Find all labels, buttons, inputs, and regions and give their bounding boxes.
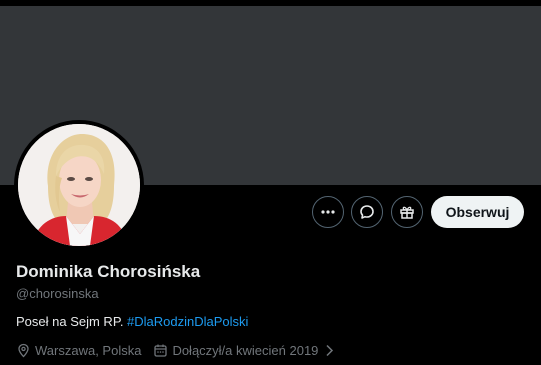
joined-text: Dołączył/a kwiecień 2019	[172, 343, 319, 358]
chevron-right-icon[interactable]	[322, 343, 337, 358]
calendar-icon	[154, 344, 168, 357]
avatar[interactable]	[14, 120, 144, 250]
message-icon	[360, 205, 374, 219]
profile-meta: Warszawa, Polska Dołączył/a kwiecień 201…	[16, 343, 349, 358]
more-button[interactable]	[312, 196, 344, 228]
follow-button[interactable]: Obserwuj	[431, 196, 524, 228]
avatar-photo	[18, 124, 140, 246]
bio: Poseł na Sejm RP. #DlaRodzinDlaPolski	[16, 314, 248, 329]
bio-hashtag-link[interactable]: #DlaRodzinDlaPolski	[127, 314, 248, 329]
gift-icon	[400, 206, 414, 219]
handle: @chorosinska	[16, 286, 99, 301]
bio-text: Poseł na Sejm RP.	[16, 314, 128, 329]
location-text: Warszawa, Polska	[35, 343, 142, 358]
location-pin-icon	[18, 343, 29, 358]
message-button[interactable]	[351, 196, 383, 228]
more-icon	[321, 210, 335, 214]
display-name: Dominika Chorosińska	[16, 262, 201, 281]
location-item: Warszawa, Polska	[16, 343, 141, 358]
gift-button[interactable]	[391, 196, 423, 228]
joined-item: Dołączył/a kwiecień 2019	[153, 343, 337, 358]
